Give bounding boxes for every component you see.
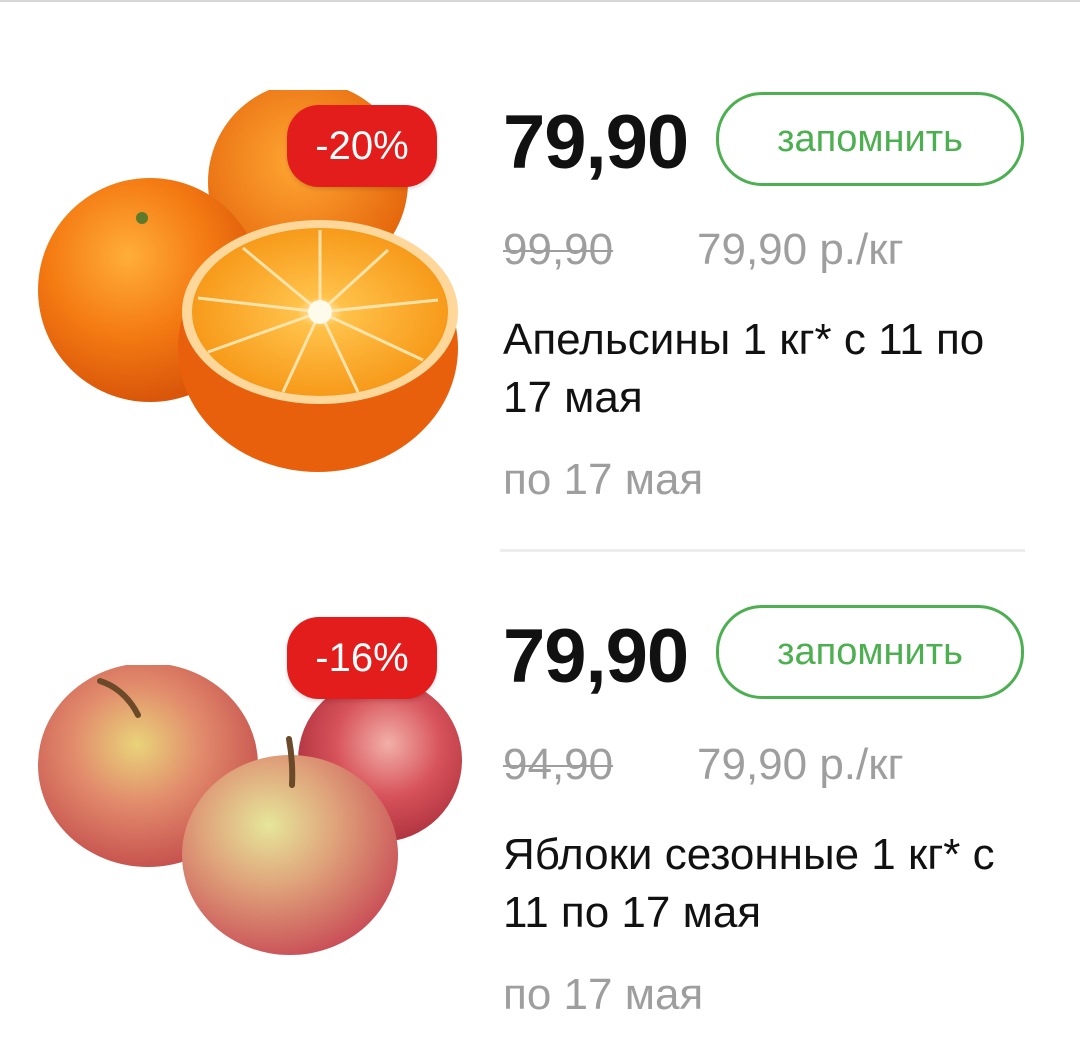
- product-image-apples[interactable]: [38, 665, 463, 1055]
- old-price: 99,90: [503, 225, 614, 274]
- unit-price: 79,90 р./кг: [697, 225, 904, 274]
- valid-until-date: по 17 мая: [503, 970, 704, 1019]
- apples-image: [38, 665, 462, 955]
- product-title[interactable]: Яблоки сезонные 1 кг* с 11 по 17 мая: [503, 826, 1023, 942]
- discount-badge: -16%: [287, 617, 437, 699]
- discount-badge: -20%: [287, 105, 437, 187]
- product-card-apples[interactable]: -16% 79,90 запомнить 94,90 79,90 р./кг Я…: [0, 515, 1080, 1030]
- current-price: 79,90: [503, 100, 689, 185]
- product-title[interactable]: Апельсины 1 кг* с 11 по 17 мая: [503, 311, 1023, 427]
- valid-until-date: по 17 мая: [503, 455, 704, 504]
- remember-button[interactable]: запомнить: [716, 92, 1024, 186]
- current-price: 79,90: [503, 614, 689, 699]
- old-price: 94,90: [503, 740, 614, 789]
- unit-price: 79,90 р./кг: [697, 740, 904, 789]
- remember-button[interactable]: запомнить: [716, 605, 1024, 699]
- product-card-oranges[interactable]: -20% 79,90 запомнить 99,90 79,90 р./кг А…: [0, 0, 1080, 515]
